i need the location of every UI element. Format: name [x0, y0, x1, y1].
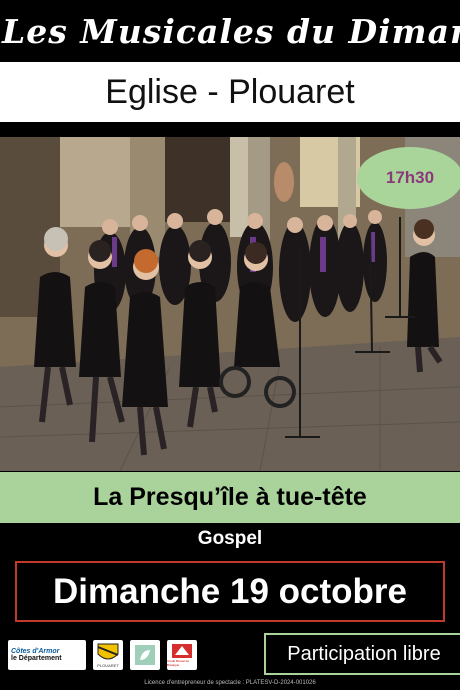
- credit-mutuel-logo: Crédit Mutuel de Bretagne: [167, 640, 197, 670]
- cotes-darmor-logo: Côtes d'Armor le Département: [8, 640, 86, 670]
- series-title: Les Musicales du Dimanche: [0, 0, 460, 62]
- credit-mutuel-text: Crédit Mutuel de Bretagne: [167, 659, 190, 667]
- admission-label: Participation libre: [264, 633, 460, 675]
- time-badge: 17h30: [357, 147, 460, 209]
- concert-date: Dimanche 19 octobre: [15, 561, 445, 622]
- leaf-logo: [130, 640, 160, 670]
- group-name: La Presqu’île à tue-tête: [0, 472, 460, 523]
- sponsor-logos: Côtes d'Armor le Département PLOUARET Cr…: [8, 638, 197, 672]
- plouaret-logo: PLOUARET: [93, 640, 123, 670]
- venue-title: Eglise - Plouaret: [0, 62, 460, 122]
- genre-label: Gospel: [197, 528, 263, 549]
- credit-mutuel-icon: [172, 644, 192, 658]
- license-text: Licence d'entrepreneur de spectacle : PL…: [144, 680, 316, 686]
- plouaret-logo-text: PLOUARET: [97, 662, 119, 668]
- leaf-icon: [135, 645, 155, 665]
- cotes-darmor-logo-line2: le Département: [11, 655, 62, 662]
- cotes-darmor-logo-line1: Côtes d'Armor: [11, 648, 60, 655]
- plouaret-crest-icon: [97, 643, 119, 659]
